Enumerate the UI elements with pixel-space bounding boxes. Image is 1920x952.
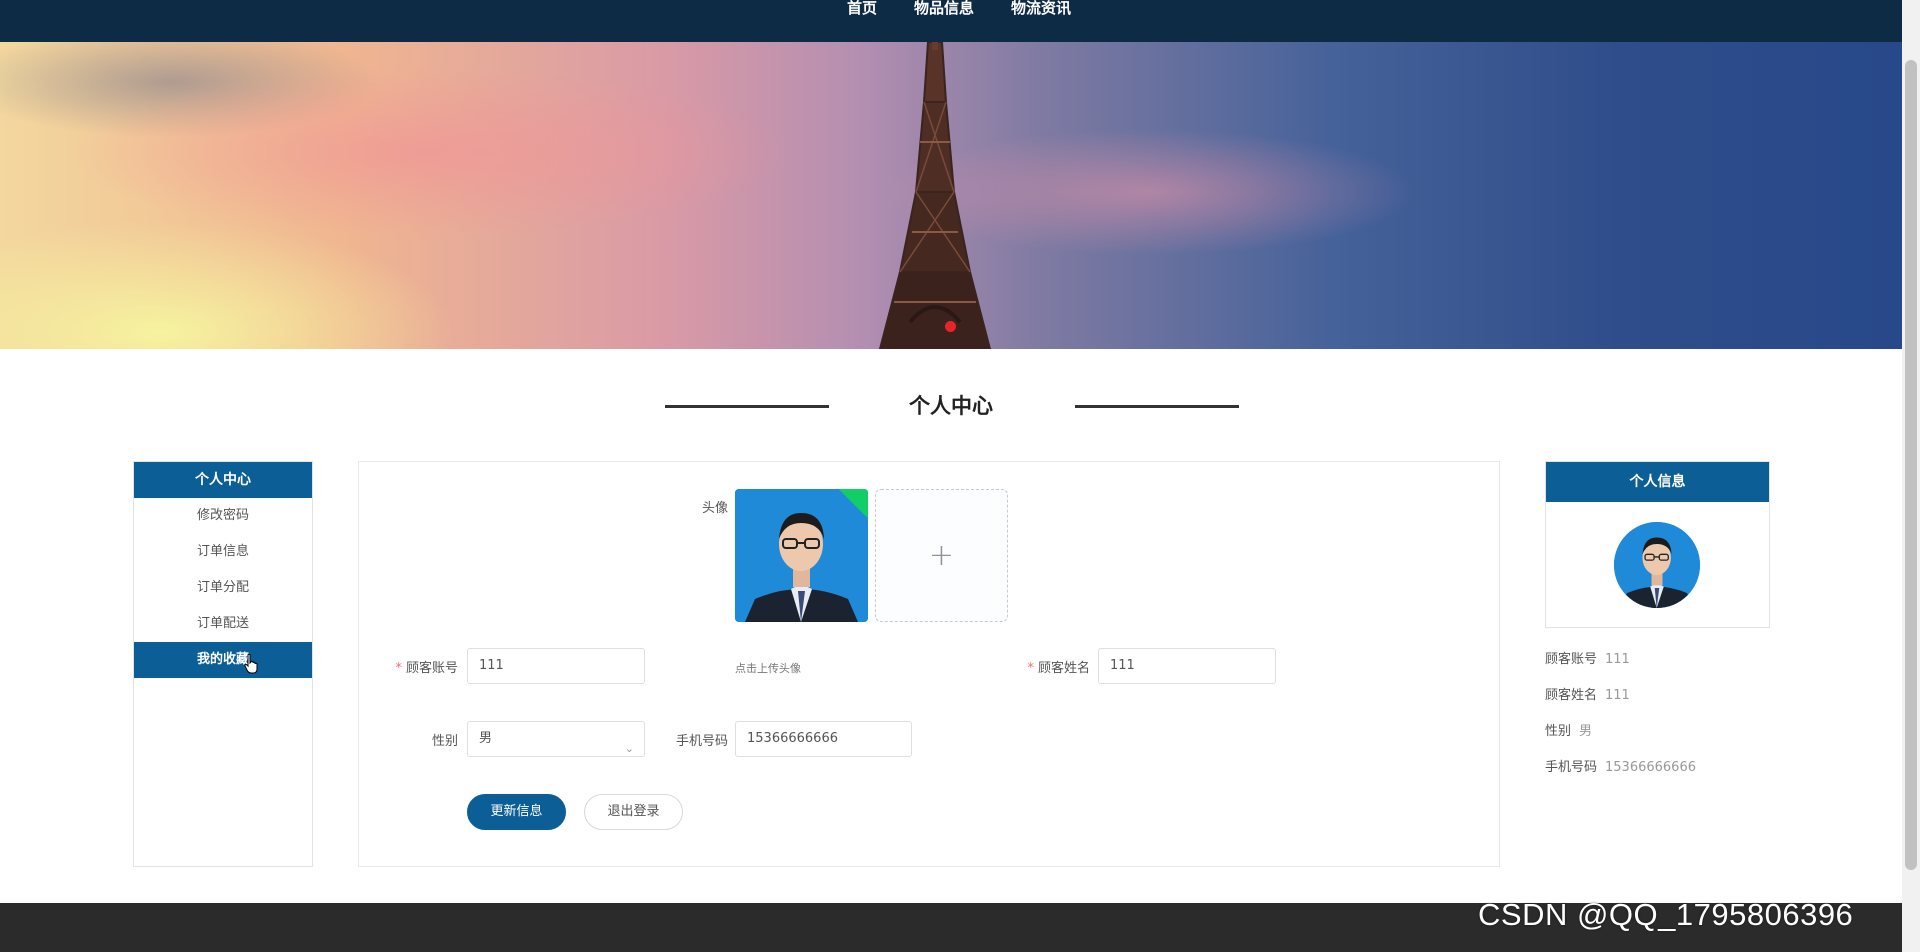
account-input[interactable]: 111 [467, 648, 645, 684]
logout-button[interactable]: 退出登录 [584, 794, 683, 830]
gender-label: 性别 [431, 734, 458, 749]
eiffel-tower-image [878, 42, 992, 349]
sidebar-item-order-delivery[interactable]: 订单配送 [134, 606, 312, 642]
sidebar-menu: 个人中心 修改密码 订单信息 订单分配 订单配送 我的收藏 [133, 461, 313, 867]
sidebar-item-order-info[interactable]: 订单信息 [134, 534, 312, 570]
watermark-text: CSDN @QQ_1795806396 [1478, 897, 1854, 932]
page-scrollbar[interactable] [1902, 0, 1920, 952]
title-divider-right [1075, 405, 1239, 408]
sidebar-item-order-assignment[interactable]: 订单分配 [134, 570, 312, 606]
phone-label: 手机号码 [675, 734, 728, 749]
sidebar-item-my-favorites[interactable]: 我的收藏 [134, 642, 312, 678]
phone-input[interactable]: 15366666666 [735, 721, 912, 757]
info-row-phone: 手机号码 15366666666 [1545, 760, 1696, 775]
portrait-thumbnail [1614, 522, 1700, 608]
profile-avatar [1614, 522, 1700, 608]
avatar-upload-button[interactable]: + [875, 489, 1008, 622]
gender-select-value: 男 [479, 731, 493, 746]
update-info-button[interactable]: 更新信息 [467, 794, 566, 830]
info-row-name: 顾客姓名 111 [1545, 688, 1630, 703]
page-title: 个人中心 [909, 394, 993, 418]
gender-select[interactable]: 男 ⌄ [467, 721, 645, 757]
info-panel-header: 个人信息 [1546, 462, 1769, 502]
name-label: * 顾客姓名 [1027, 661, 1090, 676]
chevron-down-icon: ⌄ [624, 742, 634, 755]
avatar-label: 头像 [701, 501, 728, 516]
upload-hint: 点击上传头像 [735, 662, 801, 675]
sidebar-header: 个人中心 [134, 462, 312, 498]
nav-item-home[interactable]: 首页 [847, 0, 877, 17]
plus-icon: + [928, 538, 955, 573]
carousel-indicator-dot[interactable] [945, 321, 956, 332]
nav-item-items[interactable]: 物品信息 [914, 0, 974, 17]
scrollbar-thumb[interactable] [1905, 60, 1917, 870]
portrait-image [735, 489, 868, 622]
avatar-image[interactable] [735, 489, 868, 622]
nav-item-logistics-news[interactable]: 物流资讯 [1011, 0, 1071, 17]
info-row-account: 顾客账号 111 [1545, 652, 1630, 667]
title-divider-left [665, 405, 829, 408]
name-input[interactable]: 111 [1098, 648, 1276, 684]
info-row-gender: 性别男 [1545, 724, 1593, 739]
top-nav: 首页 物品信息 物流资讯 [0, 0, 1902, 42]
account-label: * 顾客账号 [395, 661, 458, 676]
personal-info-panel: 个人信息 [1545, 461, 1770, 628]
banner-carousel [0, 42, 1902, 349]
hand-cursor-icon [244, 654, 258, 674]
sidebar-item-change-password[interactable]: 修改密码 [134, 498, 312, 534]
